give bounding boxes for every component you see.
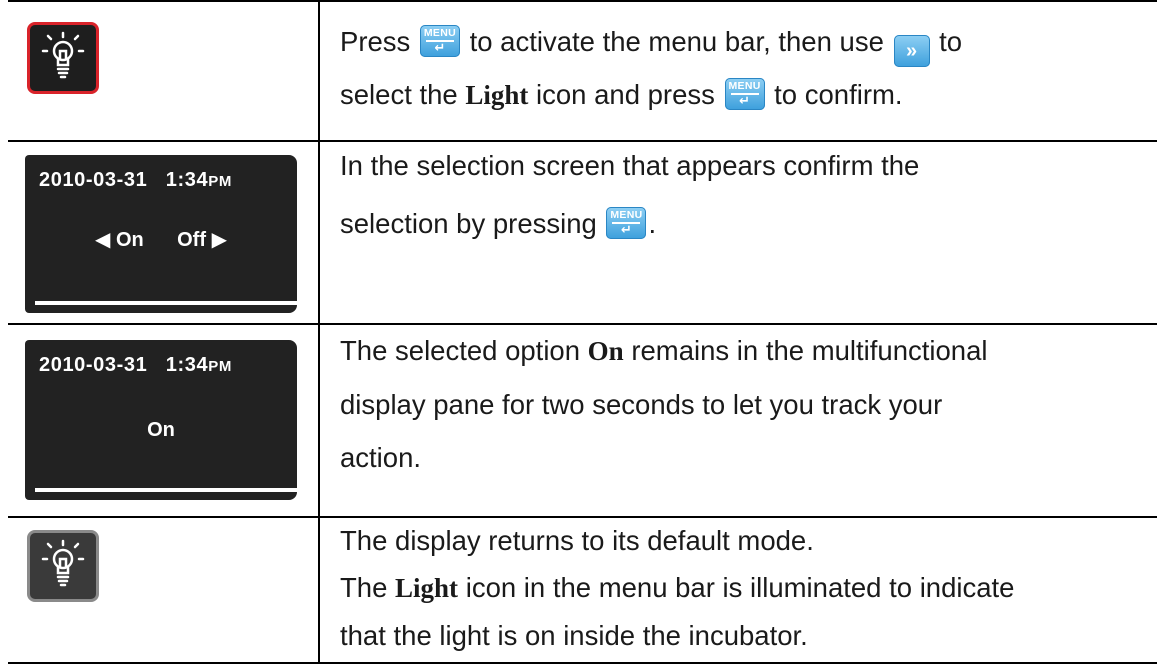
screen-baseline bbox=[35, 301, 297, 305]
light-bulb-icon bbox=[27, 530, 99, 602]
text-segment: Press bbox=[340, 26, 411, 57]
screen-options: ◀ On Off ▶ bbox=[25, 227, 297, 252]
text-segment: to activate the menu bar, then use bbox=[469, 26, 884, 57]
screen-datetime: 2010-03-31 1:34PM bbox=[39, 354, 232, 376]
row-4-text: The display returns to its default mode.… bbox=[340, 517, 1137, 659]
next-arrow-key-icon: » bbox=[893, 35, 930, 67]
text-segment: . bbox=[648, 208, 657, 239]
menu-key-icon: MENU ↵ bbox=[419, 25, 460, 57]
screen-option: On bbox=[147, 419, 175, 441]
option-off: Off bbox=[177, 229, 206, 251]
light-bulb-icon bbox=[27, 22, 99, 94]
text-segment: display pane for two seconds to let you … bbox=[340, 389, 943, 420]
screen-datetime: 2010-03-31 1:34PM bbox=[39, 169, 232, 191]
light-term: Light bbox=[395, 573, 459, 603]
row-2-text: In the selection screen that appears con… bbox=[340, 140, 1137, 256]
text-segment: select the bbox=[340, 79, 458, 110]
option-on: On bbox=[115, 229, 144, 251]
triangle-right-icon: ▶ bbox=[211, 229, 227, 251]
menu-key-icon: MENU ↵ bbox=[724, 78, 765, 110]
light-term: Light bbox=[465, 80, 529, 110]
menu-key-icon: MENU ↵ bbox=[606, 207, 647, 239]
text-segment: The bbox=[340, 572, 388, 603]
display-screen-selection: 2010-03-31 1:34PM ◀ On Off ▶ bbox=[25, 155, 297, 313]
text-segment: icon in the menu bar is illuminated to i… bbox=[465, 572, 1015, 603]
column-divider bbox=[318, 0, 320, 664]
on-term: On bbox=[587, 336, 624, 366]
text-segment: In the selection screen that appears con… bbox=[340, 150, 920, 181]
text-segment: to bbox=[939, 26, 963, 57]
text-segment: that the light is on inside the incubato… bbox=[340, 620, 808, 651]
text-segment: action. bbox=[340, 442, 422, 473]
row-divider bbox=[8, 0, 1157, 2]
text-segment: The display returns to its default mode. bbox=[340, 525, 814, 556]
instruction-table: Press MENU ↵ to activate the menu bar, th… bbox=[0, 0, 1157, 664]
triangle-left-icon: ◀ bbox=[95, 229, 111, 251]
row-3-text: The selected option On remains in the mu… bbox=[340, 324, 1137, 484]
text-segment: remains in the multifunctional bbox=[631, 335, 988, 366]
text-segment: The selected option bbox=[340, 335, 581, 366]
display-screen-confirmed: 2010-03-31 1:34PM On bbox=[25, 340, 297, 500]
text-segment: icon and press bbox=[536, 79, 715, 110]
row-1-text: Press MENU ↵ to activate the menu bar, th… bbox=[340, 15, 1137, 122]
text-segment: selection by pressing bbox=[340, 208, 597, 239]
screen-baseline bbox=[35, 488, 297, 492]
text-segment: to confirm. bbox=[774, 79, 903, 110]
row-divider bbox=[8, 662, 1157, 664]
